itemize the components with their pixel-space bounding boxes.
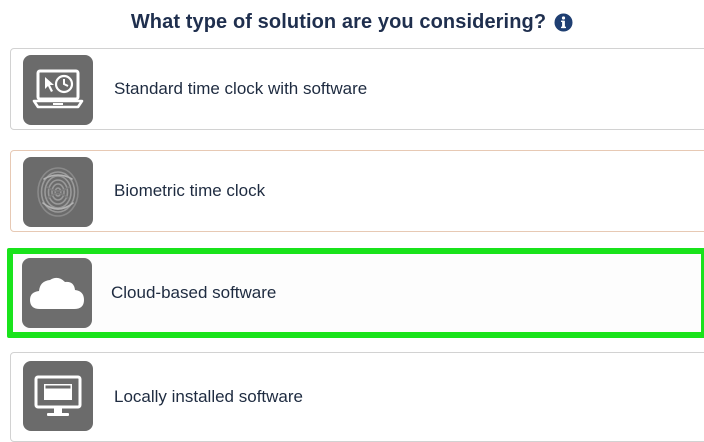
option-label: Standard time clock with software (114, 79, 368, 98)
fingerprint-icon (37, 167, 79, 217)
option-icon-tile (23, 361, 93, 431)
option-icon-tile (23, 55, 93, 125)
option-biometric-time-clock[interactable]: Biometric time clock (10, 150, 704, 232)
cloud-icon (30, 277, 84, 309)
option-cloud-based-software[interactable]: Cloud-based software (7, 248, 704, 338)
option-icon-tile (22, 258, 92, 328)
option-label: Locally installed software (114, 387, 303, 406)
laptop-clock-icon (32, 69, 84, 109)
option-label: Cloud-based software (111, 283, 277, 302)
option-label: Biometric time clock (114, 181, 266, 200)
option-standard-time-clock[interactable]: Standard time clock with software (10, 48, 704, 130)
option-locally-installed-software[interactable]: Locally installed software (10, 352, 704, 442)
solution-options: Standard time clock with software Biomet… (0, 0, 704, 442)
option-icon-tile (23, 157, 93, 227)
desktop-monitor-icon (34, 375, 82, 416)
